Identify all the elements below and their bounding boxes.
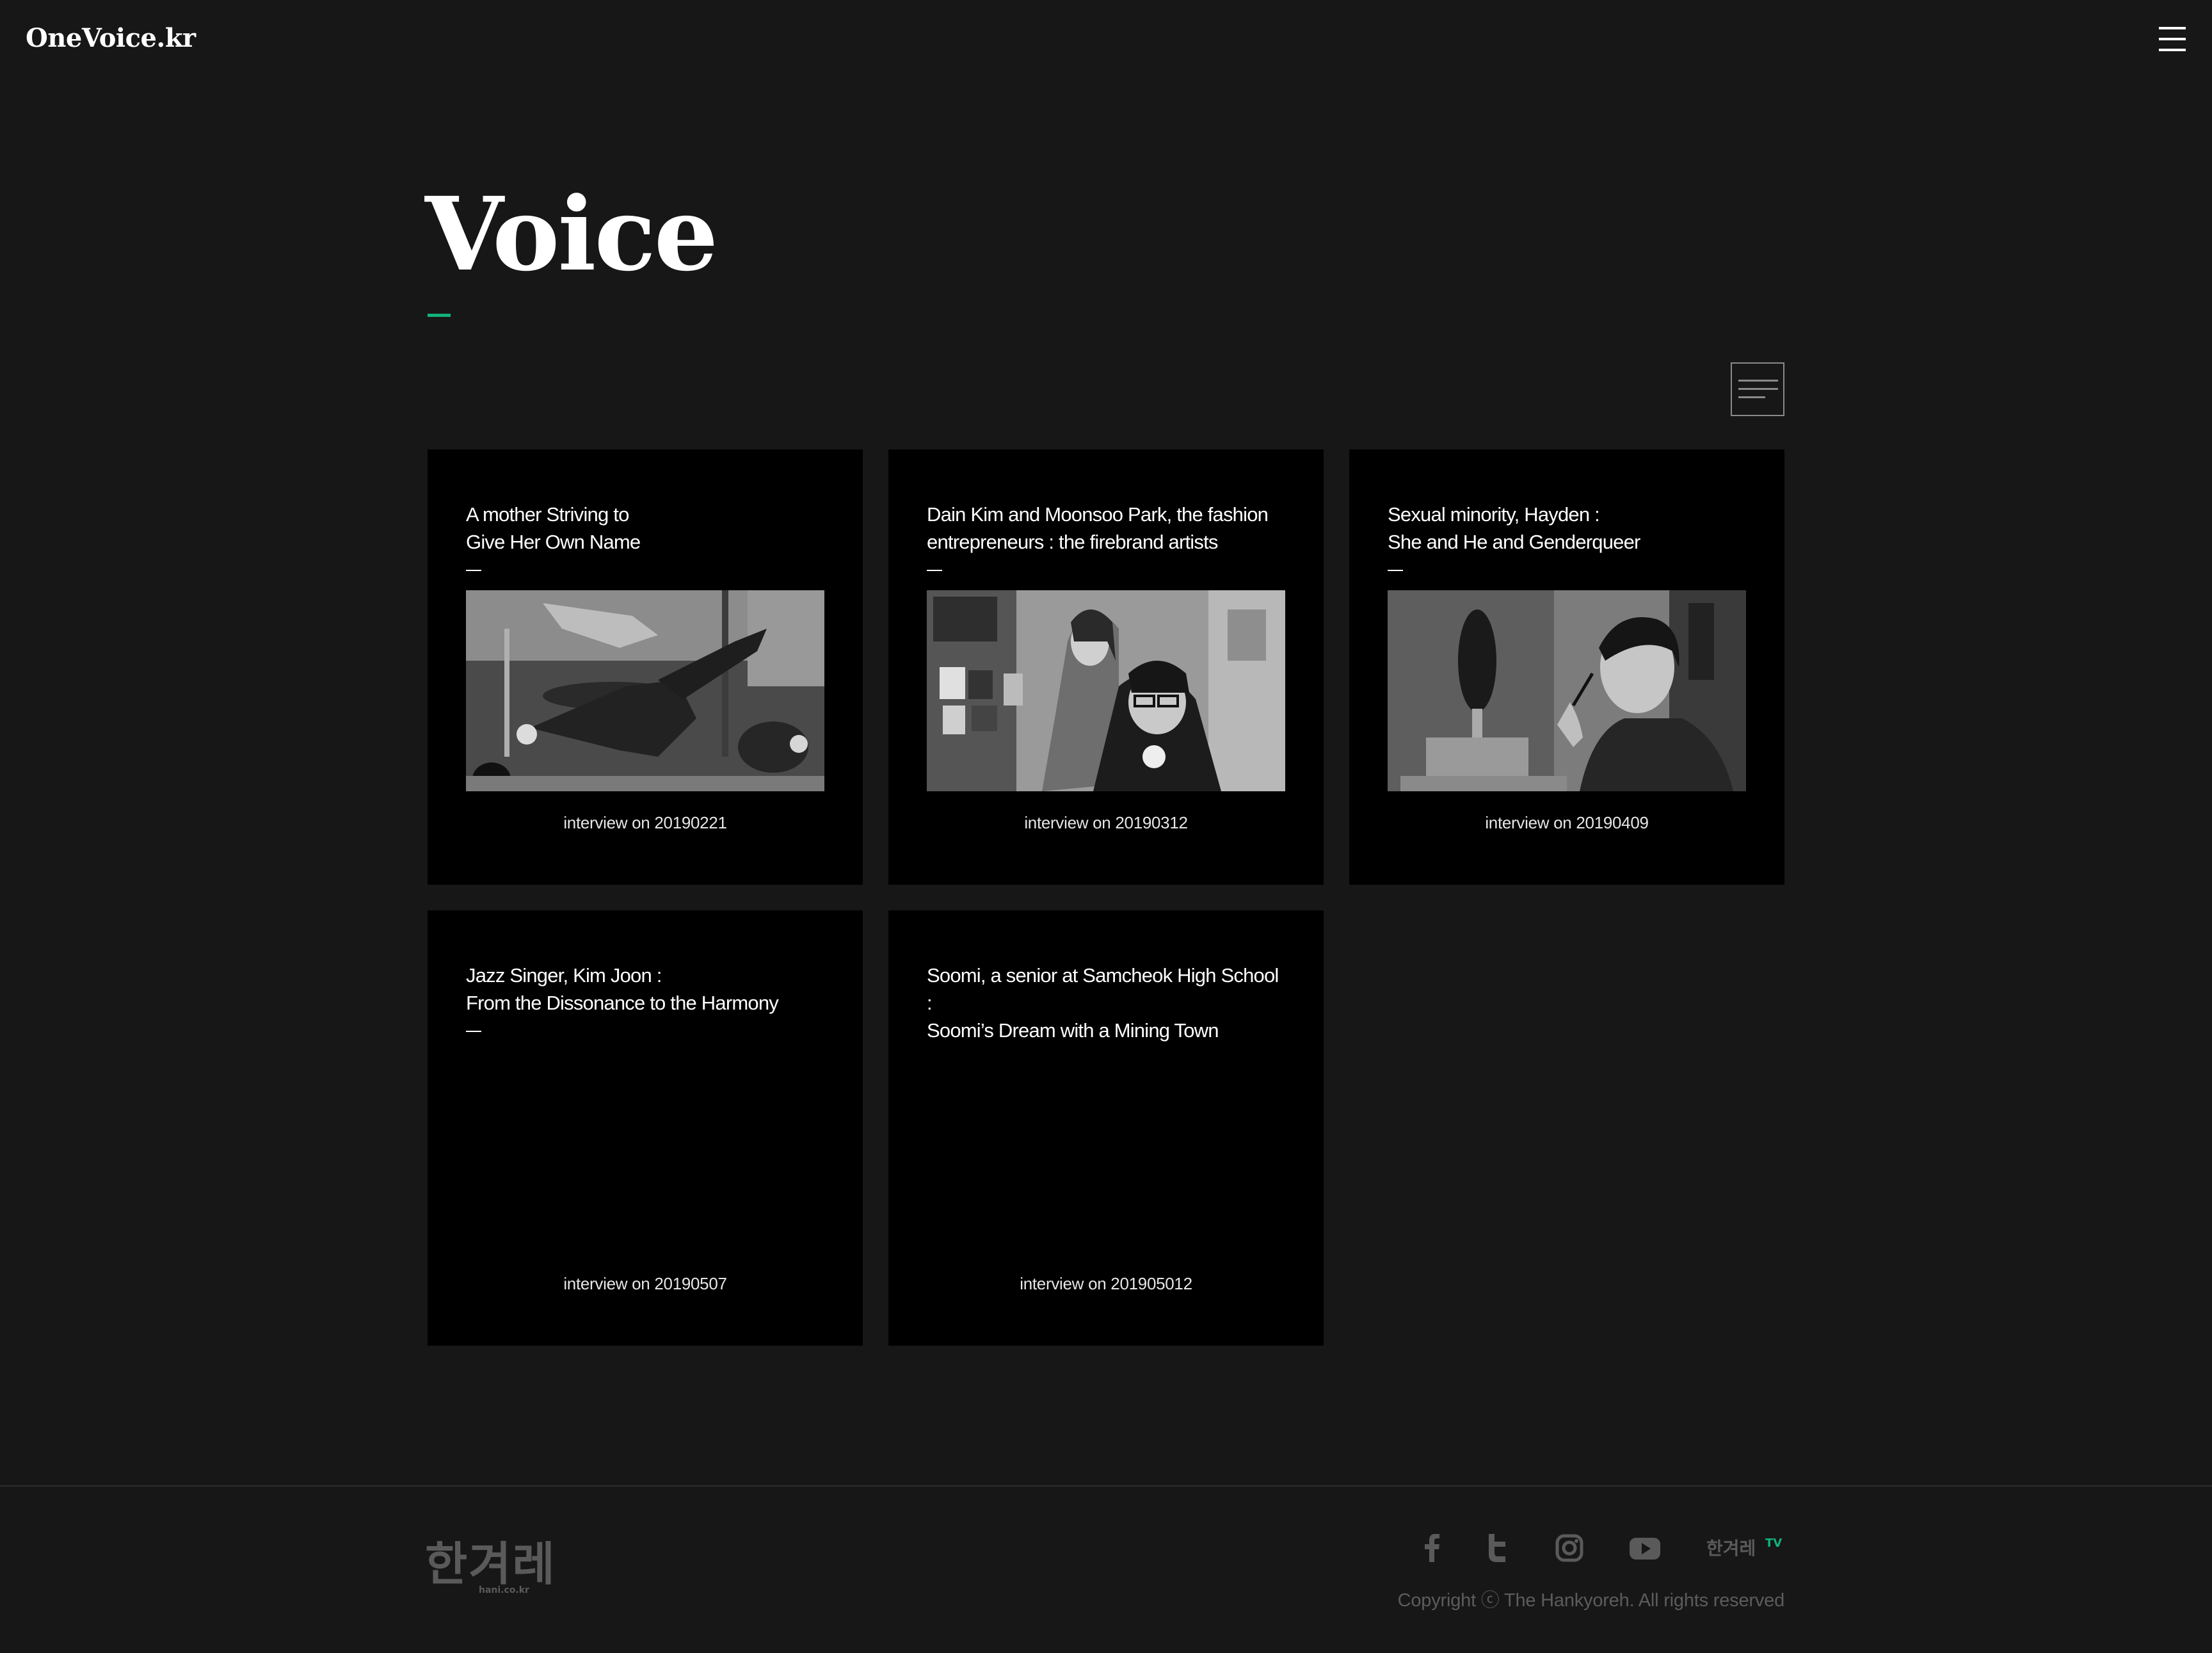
twitter-icon[interactable] — [1486, 1534, 1509, 1562]
card-date: interview on 20190221 — [563, 813, 727, 832]
hani-tv-label: 한겨레 — [1706, 1538, 1756, 1559]
hani-tv-suffix: TV — [1765, 1536, 1782, 1550]
card-title: Dain Kim and Moonsoo Park, the fashion e… — [927, 503, 1269, 553]
card-title: A mother Striving to Give Her Own Name — [466, 503, 641, 553]
card-divider — [927, 570, 942, 571]
card-date: interview on 20190312 — [1024, 813, 1188, 832]
interview-card[interactable]: Dain Kim and Moonsoo Park, the fashion e… — [888, 449, 1324, 885]
footer-logo-text: 한겨레 — [425, 1538, 556, 1591]
card-divider — [466, 570, 481, 571]
interview-card[interactable]: Soomi, a senior at Samcheok High School … — [888, 910, 1324, 1346]
hamburger-menu-icon[interactable] — [2157, 26, 2189, 52]
card-divider — [1388, 570, 1403, 571]
copyright-text: Copyright ⓒ The Hankyoreh. All rights re… — [1397, 1590, 1785, 1611]
card-image[interactable] — [927, 590, 1285, 791]
interview-card[interactable]: Sexual minority, Hayden : She and He and… — [1349, 449, 1784, 885]
instagram-icon[interactable] — [1555, 1534, 1583, 1562]
hani-tv-logo[interactable]: 한겨레 TV — [1706, 1534, 1786, 1562]
fitness-studio-photo — [466, 590, 824, 791]
interview-card[interactable]: A mother Striving to Give Her Own Name i… — [428, 449, 863, 885]
portrait-with-mirror-photo — [1388, 590, 1746, 791]
title-accent-line — [428, 314, 451, 317]
youtube-icon[interactable] — [1630, 1534, 1660, 1562]
interview-card[interactable]: Jazz Singer, Kim Joon : From the Dissona… — [428, 910, 863, 1346]
list-view-icon[interactable] — [1731, 362, 1784, 416]
card-title: Jazz Singer, Kim Joon : From the Dissona… — [466, 964, 779, 1014]
card-title: Soomi, a senior at Samcheok High School … — [927, 964, 1279, 1042]
interview-grid: A mother Striving to Give Her Own Name i… — [428, 449, 1784, 1346]
art-studio-photo — [927, 590, 1285, 791]
card-title: Sexual minority, Hayden : She and He and… — [1388, 503, 1640, 553]
card-date: interview on 20190409 — [1485, 813, 1649, 832]
card-divider — [466, 1031, 481, 1032]
card-date: interview on 20190507 — [563, 1274, 727, 1293]
hankyoreh-logo[interactable]: 한겨레 hani.co.kr — [425, 1537, 579, 1595]
page-title: Voice — [425, 175, 718, 294]
card-date: interview on 201905012 — [1020, 1274, 1192, 1293]
footer-divider — [0, 1485, 2212, 1487]
card-image[interactable] — [466, 590, 824, 791]
site-logo[interactable]: OneVoice.kr — [26, 23, 196, 53]
footer-logo-sub: hani.co.kr — [479, 1585, 529, 1595]
facebook-icon[interactable] — [1422, 1534, 1441, 1562]
card-image[interactable] — [1388, 590, 1746, 791]
